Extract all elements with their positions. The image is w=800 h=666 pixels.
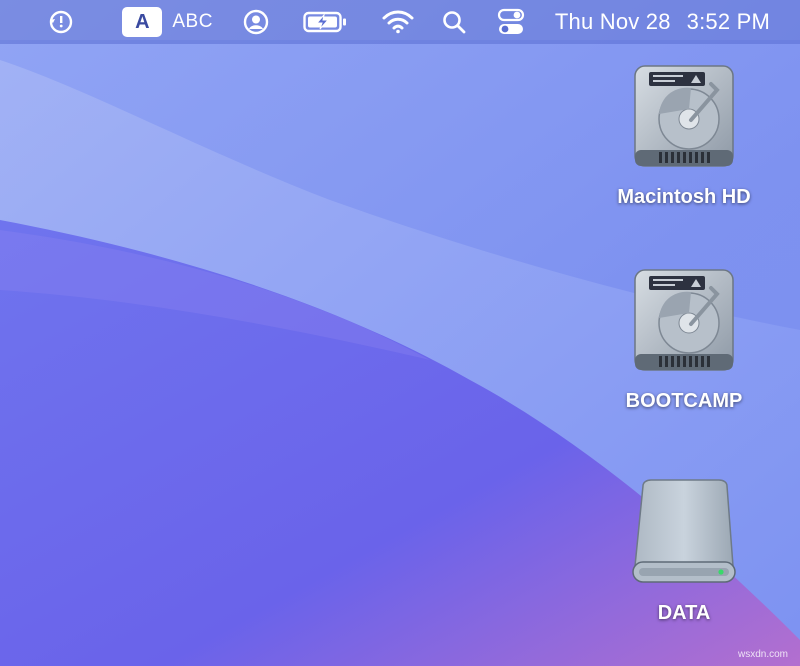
input-source-badge: A <box>122 7 163 37</box>
drive-data[interactable]: DATA <box>584 478 784 625</box>
search-icon[interactable] <box>441 0 467 44</box>
input-source-name: ABC <box>172 11 213 32</box>
watermark: wsxdn.com <box>737 649 788 660</box>
control-center-icon[interactable] <box>497 0 525 44</box>
hard-drive-icon <box>634 65 734 167</box>
battery-charging-icon[interactable] <box>303 0 347 44</box>
clock-time: 3:52 PM <box>686 9 770 34</box>
drive-label: DATA <box>657 602 711 624</box>
desktop: A ABC Thu Nov 28 3:52 PM Macintosh HD BO… <box>0 0 800 666</box>
wifi-icon[interactable] <box>381 0 415 44</box>
hard-drive-icon <box>634 269 734 371</box>
drive-macintosh-hd[interactable]: Macintosh HD <box>584 64 784 209</box>
drive-label: Macintosh HD <box>617 186 751 208</box>
clock-date: Thu Nov 28 <box>554 9 671 34</box>
user-icon[interactable] <box>243 0 269 44</box>
menu-bar: A ABC Thu Nov 28 3:52 PM <box>0 0 800 44</box>
external-drive-icon <box>632 479 736 583</box>
menubar-clock[interactable]: Thu Nov 28 3:52 PM <box>555 0 770 44</box>
drive-bootcamp[interactable]: BOOTCAMP <box>584 268 784 413</box>
drive-label: BOOTCAMP <box>625 390 743 412</box>
input-source-menu[interactable]: A ABC <box>122 0 243 44</box>
time-machine-icon[interactable] <box>48 0 74 44</box>
